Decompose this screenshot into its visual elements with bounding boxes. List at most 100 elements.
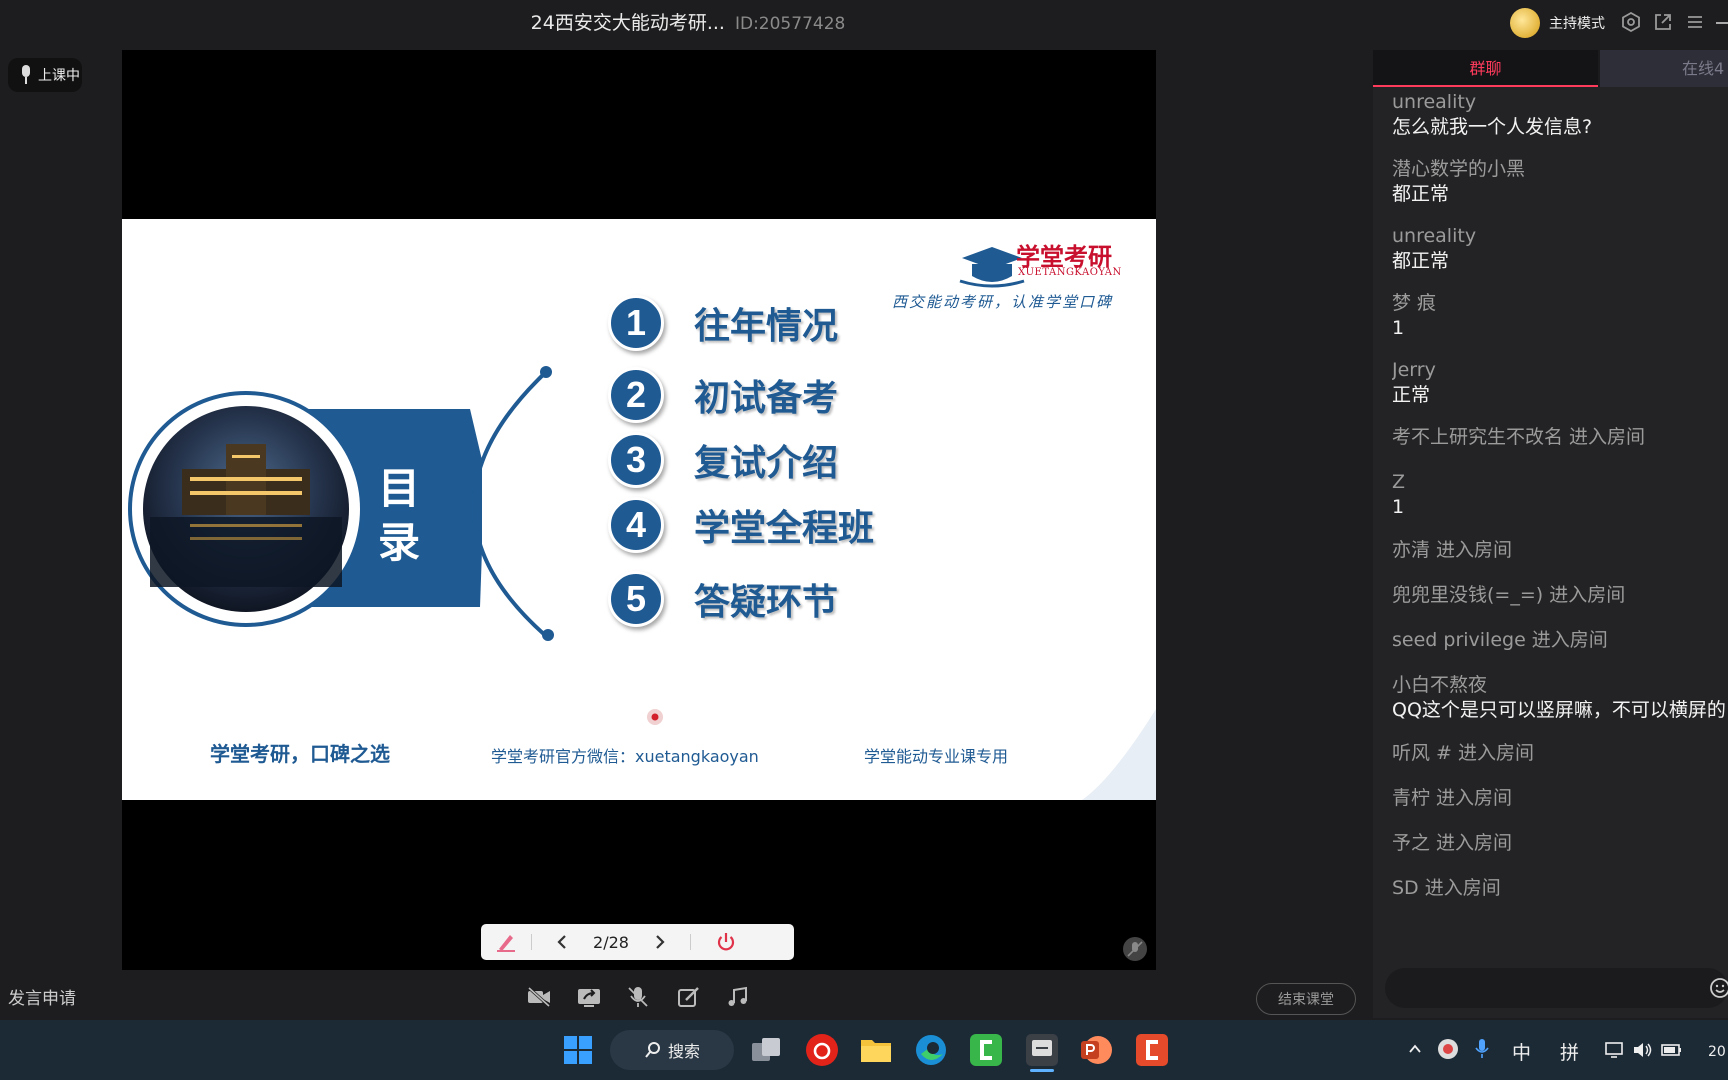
chat-username: Jerry: [1392, 359, 1436, 381]
edge-browser-icon[interactable]: [913, 1032, 949, 1068]
edit-icon[interactable]: [676, 985, 702, 1009]
system-message: 青柠 进入房间: [1392, 787, 1513, 809]
toc-title-2: 录: [378, 518, 421, 567]
toc-item-label: 学堂全程班: [694, 508, 875, 549]
next-page-button[interactable]: [630, 934, 690, 950]
page-indicator: 2/28: [593, 932, 629, 952]
chat-username: Z: [1392, 471, 1406, 493]
battery-icon[interactable]: [1660, 1040, 1684, 1060]
chat-text: 1: [1392, 317, 1405, 339]
toc-item: 1 往年情况: [608, 295, 839, 351]
toc-item: 2 初试备考: [608, 367, 838, 423]
chat-message-list[interactable]: unreality 怎么就我一个人发信息? 潜心数学的小黑 都正常 unreality 都…: [1392, 88, 1728, 948]
ime-pinyin[interactable]: 拼: [1560, 1038, 1579, 1065]
toc-item-label: 复试介绍: [694, 443, 839, 484]
chat-message: unreality 都正常: [1392, 224, 1728, 274]
system-message: 听风 # 进入房间: [1392, 742, 1534, 764]
netease-music-icon[interactable]: [804, 1032, 840, 1068]
settings-icon[interactable]: [1621, 11, 1641, 33]
toc-item: 5 答疑环节: [608, 571, 839, 627]
tray-mic-icon[interactable]: [1474, 1038, 1490, 1060]
chat-text: 都正常: [1392, 250, 1450, 272]
window-title: 24西安交大能动考研... ID:20577428: [0, 8, 1376, 35]
chat-message: 潜心数学的小黑 都正常: [1392, 157, 1728, 207]
chat-text: 正常: [1392, 384, 1431, 406]
classroom-app-icon[interactable]: [1024, 1032, 1060, 1068]
room-id: ID:20577428: [734, 14, 846, 34]
music-icon[interactable]: [725, 985, 751, 1009]
minimize-icon[interactable]: [1716, 22, 1728, 24]
popout-icon[interactable]: [1653, 12, 1673, 32]
camera-off-icon[interactable]: [526, 985, 552, 1009]
chat-username: unreality: [1392, 225, 1477, 247]
presentation-slide: 学堂考研 XUETANGKAOYAN 西交能动考研，认准学堂口碑 目 录 1 往年…: [122, 219, 1156, 800]
host-mode-label[interactable]: 主持模式: [1549, 13, 1605, 33]
chat-message: Jerry 正常: [1392, 358, 1728, 408]
chat-username: 潜心数学的小黑: [1392, 158, 1526, 180]
tray-app-icon[interactable]: [1437, 1038, 1459, 1060]
slide-footer-left: 学堂考研，口碑之选: [210, 742, 390, 766]
slide-footer-right: 学堂能动专业课专用: [864, 747, 1009, 766]
emoji-icon[interactable]: [1708, 977, 1728, 999]
toc-number-badge: 4: [608, 497, 664, 553]
pen-icon[interactable]: [481, 931, 531, 953]
red-app-icon[interactable]: [1134, 1032, 1170, 1068]
windows-start-icon[interactable]: [560, 1032, 596, 1068]
screen-share-icon[interactable]: [576, 985, 602, 1009]
toc-number-badge: 2: [608, 367, 664, 423]
slide-footer-mid: 学堂考研官方微信：xuetangkaoyan: [491, 747, 759, 766]
chat-message: unreality 怎么就我一个人发信息?: [1392, 90, 1728, 140]
slide-tagline: 西交能动考研，认准学堂口碑: [892, 293, 1114, 311]
toc-number-badge: 1: [608, 295, 664, 351]
brand-pinyin: XUETANGKAOYAN: [1018, 267, 1122, 278]
power-icon[interactable]: [691, 931, 761, 953]
chat-text: 怎么就我一个人发信息?: [1392, 116, 1593, 138]
task-view-icon[interactable]: [748, 1032, 784, 1068]
host-avatar[interactable]: [1510, 8, 1540, 38]
class-status-badge: 上课中: [8, 58, 82, 92]
chat-message: 梦 痕 1: [1392, 291, 1728, 341]
chat-username: 小白不熬夜: [1392, 674, 1488, 696]
mic-icon: [22, 65, 30, 84]
brand-logo-icon: [959, 247, 1025, 288]
toc-title-1: 目: [378, 464, 421, 513]
toc-number-badge: 3: [608, 432, 664, 488]
menu-icon[interactable]: [1685, 12, 1705, 32]
chat-message: 小白不熬夜 QQ这个是只可以竖屏嘛，不可以横屏的: [1392, 673, 1728, 723]
volume-icon[interactable]: [1632, 1040, 1654, 1060]
chat-text: QQ这个是只可以竖屏嘛，不可以横屏的: [1392, 699, 1726, 721]
taskbar-search[interactable]: 搜索: [610, 1030, 734, 1070]
chevron-up-icon[interactable]: [1408, 1042, 1422, 1056]
clock: 20: [1708, 1044, 1726, 1060]
system-message: seed privilege 进入房间: [1392, 629, 1608, 651]
chat-username: 梦 痕: [1392, 292, 1437, 314]
speak-request-button[interactable]: 发言申请: [8, 984, 76, 1009]
chat-text: 1: [1392, 496, 1405, 518]
file-explorer-icon[interactable]: [858, 1032, 894, 1068]
active-app-indicator: [1030, 1069, 1054, 1072]
search-icon: [645, 1042, 660, 1058]
chat-username: unreality: [1392, 91, 1477, 113]
end-class-button[interactable]: 结束课堂: [1256, 983, 1356, 1015]
chat-input[interactable]: [1385, 968, 1728, 1008]
toc-item-label: 往年情况: [694, 306, 839, 347]
powerpoint-icon[interactable]: [1078, 1032, 1114, 1068]
search-label: 搜索: [667, 1042, 700, 1061]
system-message: 予之 进入房间: [1392, 832, 1513, 854]
toc-item: 4 学堂全程班: [608, 497, 875, 553]
camtasia-icon[interactable]: [968, 1032, 1004, 1068]
slide-toolbar: 2/28: [481, 924, 794, 960]
ime-chinese[interactable]: 中: [1512, 1038, 1531, 1065]
system-message: 亦清 进入房间: [1392, 539, 1513, 561]
mic-muted-icon[interactable]: [1123, 937, 1147, 961]
toc-number-badge: 5: [608, 571, 664, 627]
network-icon[interactable]: [1604, 1040, 1626, 1060]
chat-message: Z 1: [1392, 470, 1728, 520]
system-message: SD 进入房间: [1392, 877, 1501, 899]
prev-page-button[interactable]: [532, 934, 592, 950]
chat-text: 都正常: [1392, 183, 1450, 205]
toc-item-label: 答疑环节: [694, 582, 839, 623]
tab-online[interactable]: 在线4: [1600, 50, 1728, 87]
microphone-off-icon[interactable]: [625, 985, 651, 1009]
tab-group-chat[interactable]: 群聊: [1373, 50, 1598, 87]
